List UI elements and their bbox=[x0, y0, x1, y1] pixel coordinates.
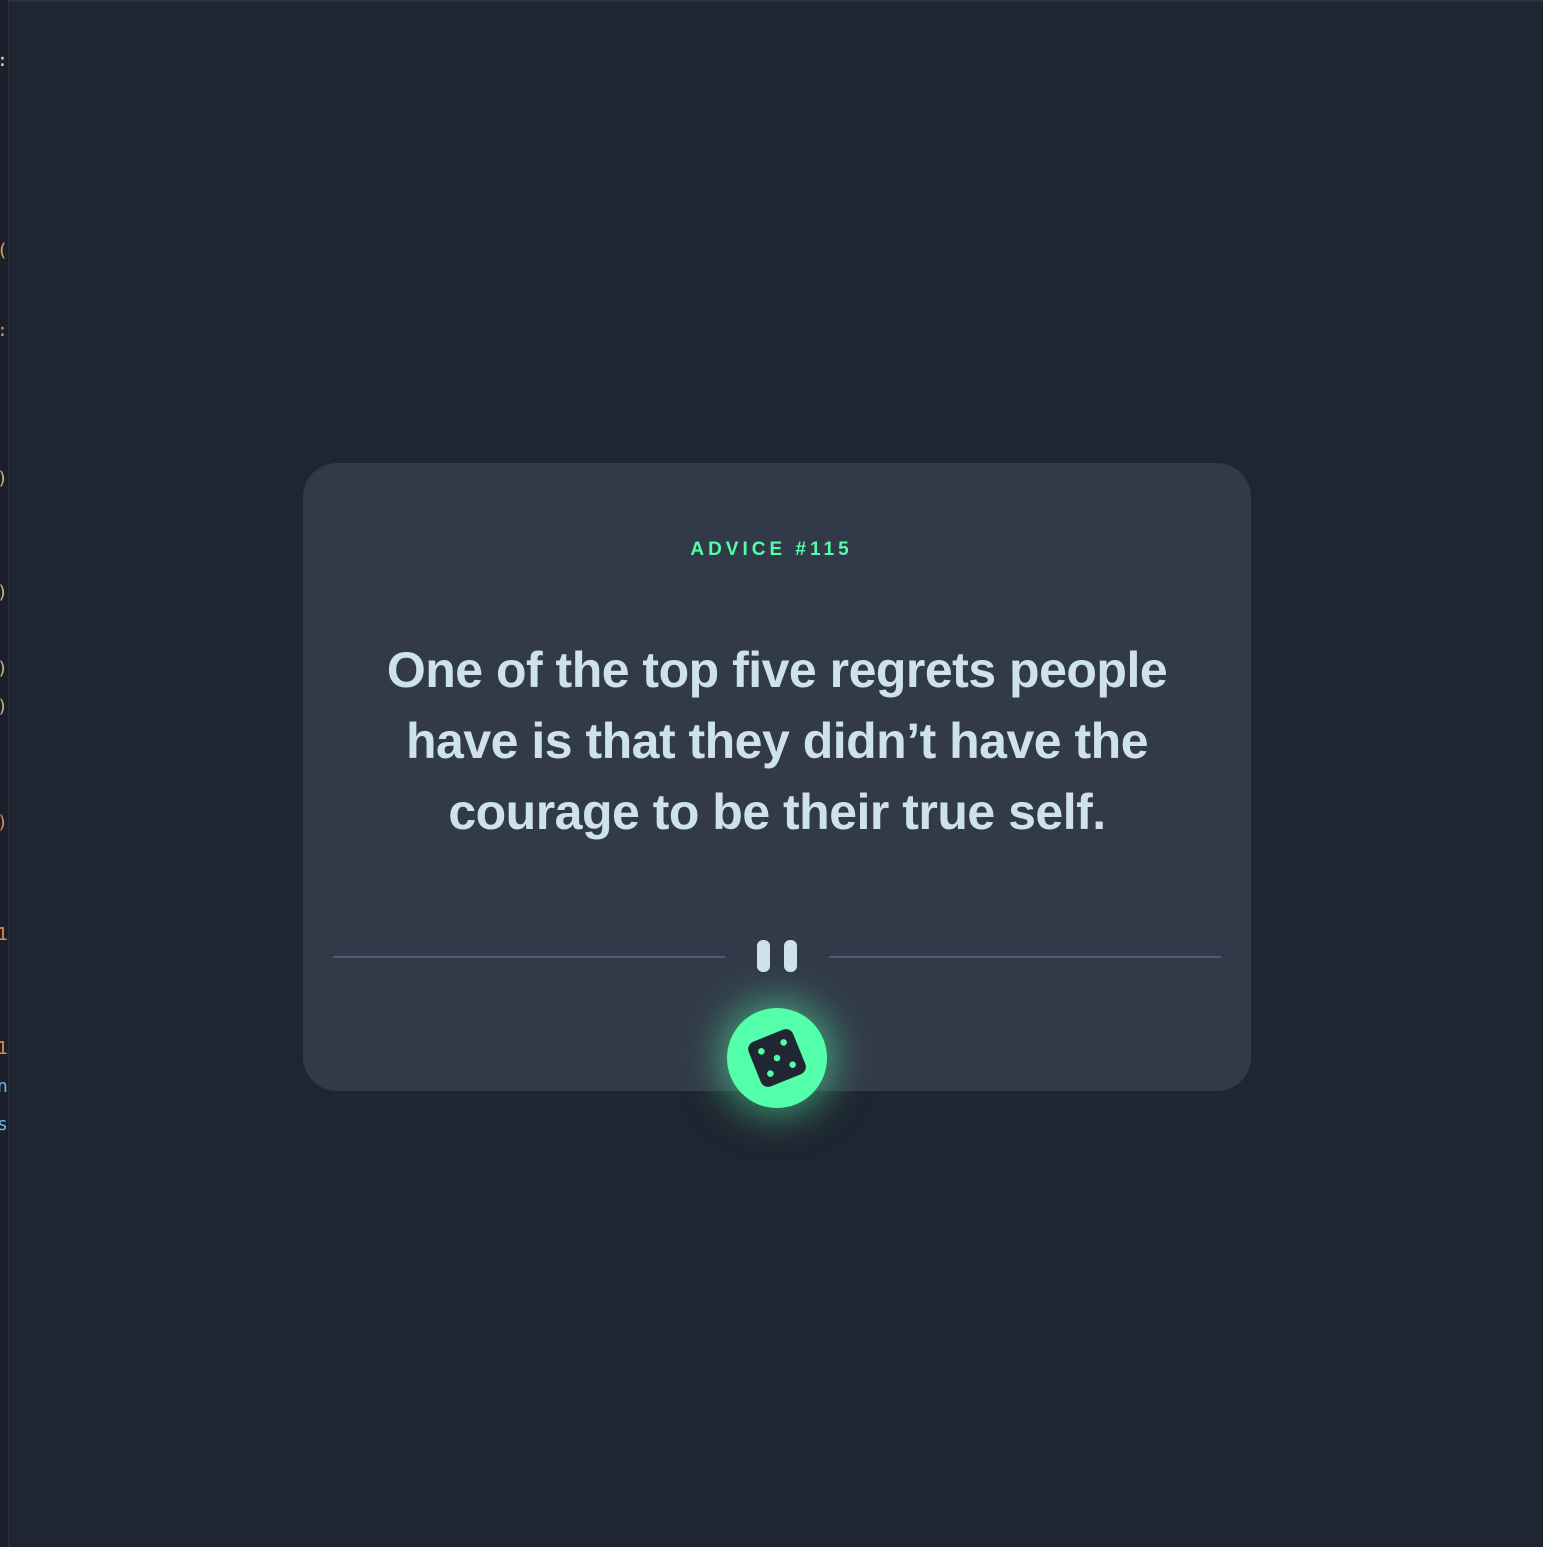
dice-icon bbox=[748, 1029, 806, 1087]
window-top-edge bbox=[8, 0, 1543, 2]
divider-left bbox=[333, 956, 725, 958]
divider-right bbox=[829, 956, 1221, 958]
app-window: : ( : ) ) ) ) ) 1 1 n s ADVICE #115 One … bbox=[0, 0, 1543, 1547]
advice-id-label: ADVICE #115 bbox=[690, 539, 853, 560]
advice-quote: One of the top five regrets people have … bbox=[386, 642, 1168, 840]
pause-icon bbox=[755, 940, 799, 972]
new-advice-dice-button[interactable] bbox=[727, 1008, 827, 1108]
editor-gutter: : ( : ) ) ) ) ) 1 1 n s bbox=[0, 0, 9, 1547]
